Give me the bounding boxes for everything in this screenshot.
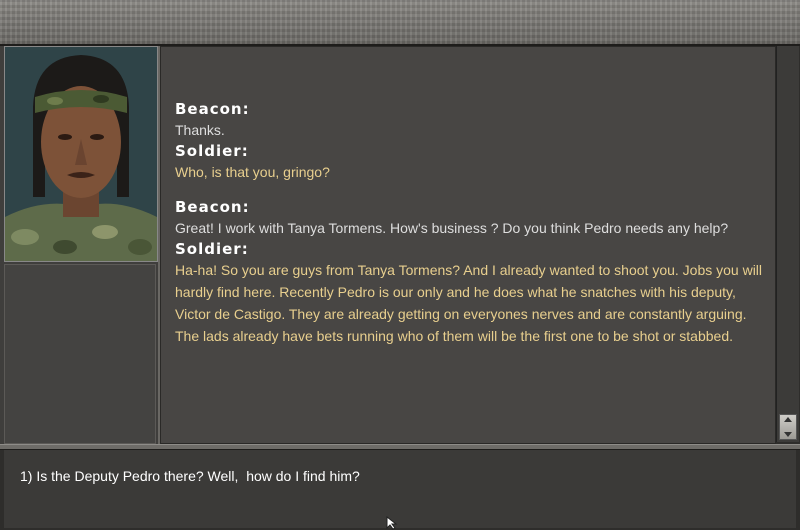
top-frame-bar [0,0,800,46]
speaker-name: Soldier: [175,142,249,160]
dialogue-panel: Beacon: Thanks. Soldier: Who, is that yo… [160,46,776,444]
scroll-arrows-button[interactable] [779,414,797,440]
speaker-name: Beacon: [175,198,250,216]
reply-options-panel: 1) Is the Deputy Pedro there? Well, how … [4,450,796,528]
speaker-name: Beacon: [175,100,250,118]
speaker-name: Soldier: [175,240,249,258]
dialogue-log: Beacon: Thanks. Soldier: Who, is that yo… [175,99,765,347]
reply-option[interactable]: 1) Is the Deputy Pedro there? Well, how … [20,468,360,484]
dialogue-line: Ha-ha! So you are guys from Tanya Tormen… [175,262,763,344]
dialogue-scrollbar[interactable] [776,46,799,442]
arrow-up-icon[interactable] [784,417,792,422]
arrow-down-icon[interactable] [784,432,792,437]
left-column [0,46,160,444]
left-empty-panel [4,264,156,444]
npc-portrait [4,46,158,262]
dialogue-line: Great! I work with Tanya Tormens. How's … [175,220,729,236]
dialogue-line: Who, is that you, gringo? [175,164,330,180]
dialogue-line: Thanks. [175,122,225,138]
